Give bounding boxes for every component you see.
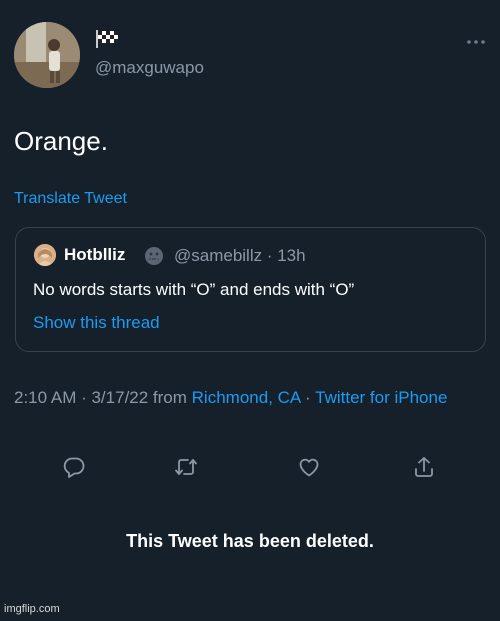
deleted-tweet-notice: This Tweet has been deleted. [126, 531, 374, 551]
show-thread-link[interactable]: Show this thread [33, 313, 160, 333]
translate-tweet-link[interactable]: Translate Tweet [14, 190, 127, 208]
author-avatar[interactable] [14, 22, 80, 88]
moon-face-icon [145, 247, 163, 265]
timestamp-source[interactable]: Twitter for iPhone [315, 388, 447, 407]
more-options-icon[interactable] [466, 38, 486, 46]
quote-handle-time: @samebillz · 13h [174, 246, 306, 265]
quote-text: No words starts with “O” and ends with “… [33, 280, 355, 299]
imgflip-watermark: imgflip.com [4, 603, 60, 615]
tweet-text: Orange. [14, 126, 108, 156]
timestamp-time-date[interactable]: 2:10 AM · 3/17/22 from [14, 388, 192, 407]
like-icon[interactable] [297, 455, 321, 479]
quote-author-avatar[interactable] [34, 244, 56, 266]
author-handle[interactable]: @maxguwapo [95, 58, 204, 78]
retweet-icon[interactable] [174, 455, 198, 479]
reply-icon[interactable] [62, 455, 86, 479]
tweet-container: @maxguwapo Orange. Translate Tweet Hotbl… [0, 0, 500, 621]
timestamp-separator: · [300, 388, 316, 407]
quoted-tweet-card[interactable]: Hotblliz @samebillz · 13h No words start… [15, 227, 486, 352]
share-icon[interactable] [412, 455, 436, 479]
checkered-flag-icon [96, 30, 118, 48]
tweet-timestamp: 2:10 AM · 3/17/22 from Richmond, CA · Tw… [14, 384, 484, 411]
timestamp-location[interactable]: Richmond, CA [192, 388, 301, 407]
quote-author-name[interactable]: Hotblliz [64, 245, 125, 265]
